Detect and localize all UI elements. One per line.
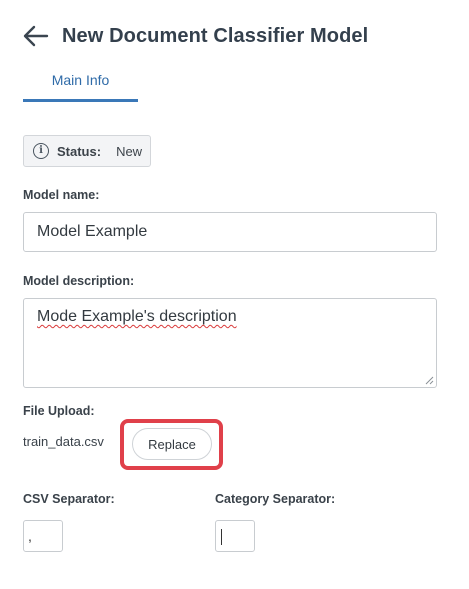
status-value: New: [116, 143, 143, 159]
category-separator-label: Category Separator:: [215, 492, 336, 506]
tab-bar: Main Info: [23, 62, 439, 102]
page-title: New Document Classifier Model: [62, 24, 369, 47]
replace-button[interactable]: Replace: [132, 428, 212, 460]
model-name-label: Model name:: [23, 188, 100, 202]
tab-label: Main Info: [51, 72, 110, 88]
model-description-text: Mode Example's description: [37, 308, 237, 325]
model-name-input[interactable]: Model Example: [23, 212, 437, 252]
file-upload-label: File Upload:: [23, 404, 95, 418]
tab-main-info[interactable]: Main Info: [23, 62, 138, 102]
arrow-left-icon: [23, 25, 49, 47]
model-description-label: Model description:: [23, 274, 135, 288]
resize-grip-icon[interactable]: [425, 376, 434, 385]
info-icon: i: [33, 143, 49, 159]
page-header: New Document Classifier Model: [22, 20, 368, 52]
status-badge: i Status: New: [23, 135, 151, 167]
status-label: Status:: [57, 143, 102, 159]
active-tab-indicator: [23, 99, 138, 102]
text-caret: [221, 529, 222, 545]
uploaded-file-name: train_data.csv: [23, 434, 104, 449]
csv-separator-input[interactable]: ,: [23, 520, 63, 552]
csv-separator-label: CSV Separator:: [23, 492, 115, 506]
category-separator-input[interactable]: [215, 520, 255, 552]
back-button[interactable]: [22, 22, 50, 50]
model-description-textarea[interactable]: Mode Example's description: [23, 298, 437, 388]
